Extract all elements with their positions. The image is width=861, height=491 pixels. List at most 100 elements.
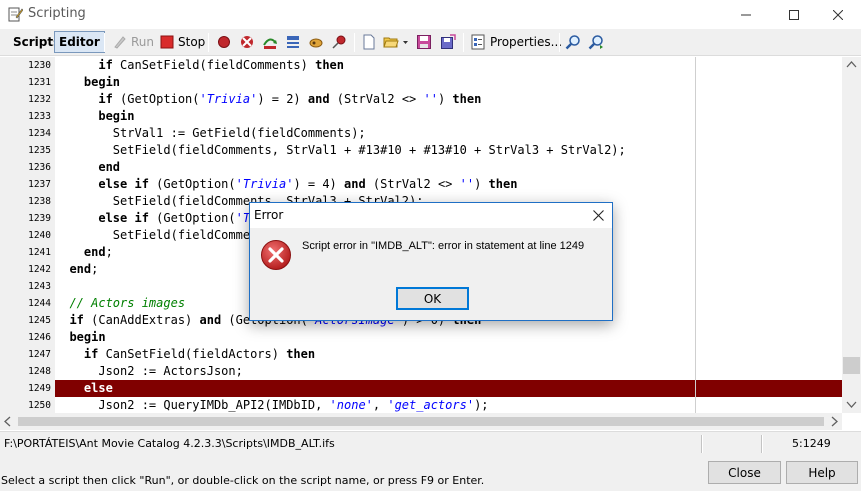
keyword-token: if (83, 347, 99, 361)
pin-icon (332, 35, 346, 49)
keyword-token: else (83, 381, 113, 395)
help-button[interactable]: Help (786, 461, 858, 484)
code-line[interactable]: else if (GetOption('Trivia') = 4) and (S… (55, 176, 842, 193)
maximize-button[interactable] (771, 0, 817, 29)
line-number: 1236 (28, 162, 51, 173)
code-token: (GetOption( (148, 211, 236, 225)
line-number-gutter: 1230 1231 1232 1233 1234 1235 1236 1237 1238 1239… (0, 57, 55, 413)
code-text: else if (GetOption('Trivia') = 4) and (S… (55, 176, 517, 193)
code-text: Json2 := QueryIMDb_API2(IMDbID, 'none', … (55, 397, 488, 413)
code-line[interactable]: Json2 := QueryIMDb_API2(IMDbID, 'none', … (55, 397, 842, 413)
string-token: '' (423, 92, 438, 106)
code-token: ) = 2) (257, 92, 308, 106)
open-folder-icon (383, 37, 399, 48)
tab-editor-label: Editor (59, 35, 100, 49)
find-next-button[interactable] (588, 31, 604, 53)
hint-text: Select a script then click "Run", or dou… (1, 474, 485, 487)
find-button[interactable] (565, 31, 581, 53)
save-as-button[interactable] (440, 31, 456, 53)
bottom-bar: Select a script then click "Run", or dou… (0, 455, 861, 491)
line-number: 1249 (28, 383, 51, 394)
toolbar-separator (208, 33, 209, 52)
error-dialog: Error Script error in "IMDB_ALT": error … (249, 202, 613, 321)
scroll-left-icon (4, 416, 11, 427)
keyword-token: and (199, 313, 222, 327)
tab-editor[interactable]: Editor (54, 31, 105, 53)
window-close-button[interactable] (815, 0, 861, 29)
code-line[interactable]: StrVal1 := GetField(fieldComments); (55, 125, 842, 142)
code-line[interactable]: Json2 := ActorsJson; (55, 363, 842, 380)
dialog-body: Script error in "IMDB_ALT": error in sta… (250, 228, 612, 320)
line-number: 1230 (28, 60, 51, 71)
line-number: 1250 (28, 400, 51, 411)
toolbar: Scripts Editor Run Stop Properties... (0, 29, 861, 56)
dialog-close-button[interactable] (584, 203, 612, 228)
keyword-token: end (98, 160, 121, 174)
code-text: if CanSetField(fieldComments) then (55, 57, 344, 74)
error-highlighted-line[interactable]: else (55, 380, 842, 397)
horizontal-scrollbar-thumb[interactable] (18, 417, 824, 426)
code-line[interactable]: if (GetOption('Trivia') = 2) and (StrVal… (55, 91, 842, 108)
keyword-token: end (83, 245, 106, 259)
run-button[interactable]: Run (112, 31, 154, 53)
vertical-scrollbar-thumb[interactable] (843, 357, 860, 374)
code-line[interactable]: if CanSetField(fieldActors) then (55, 346, 842, 363)
save-button[interactable] (416, 31, 432, 53)
properties-icon (471, 34, 485, 50)
code-token: ) (437, 92, 453, 106)
script-path: F:\PORTÁTEIS\Ant Movie Catalog 4.2.3.3\S… (4, 437, 335, 450)
run-label: Run (131, 35, 155, 49)
step-into-button[interactable] (285, 31, 301, 53)
code-line[interactable]: if CanSetField(fieldComments) then (55, 57, 842, 74)
code-token: (GetOption( (148, 177, 236, 191)
keyword-token: and (307, 92, 330, 106)
code-text: end; (55, 244, 113, 261)
ok-button[interactable]: OK (396, 287, 469, 310)
code-token: CanSetField(fieldComments) (112, 58, 316, 72)
watch-icon (309, 38, 323, 48)
code-token: SetField(fieldComments, StrVal1 + #13#10… (55, 143, 626, 157)
close-button[interactable]: Close (708, 461, 781, 484)
code-text: end; (55, 261, 98, 278)
toggle-breakpoint-button[interactable] (216, 31, 232, 53)
code-token: Json2 := ActorsJson; (55, 364, 243, 378)
code-line[interactable]: begin (55, 108, 842, 125)
code-text: if (GetOption('Trivia') = 2) and (StrVal… (55, 91, 481, 108)
code-line[interactable]: end (55, 159, 842, 176)
new-script-button[interactable] (361, 31, 377, 53)
minimize-button[interactable] (723, 0, 769, 29)
code-text: begin (55, 74, 120, 91)
line-number: 1237 (28, 179, 51, 190)
properties-button[interactable]: Properties... (470, 31, 562, 53)
watch-button[interactable] (308, 31, 324, 53)
minimize-icon (741, 14, 751, 15)
line-number: 1246 (28, 332, 51, 343)
string-token: '' (459, 177, 475, 191)
line-number: 1241 (28, 247, 51, 258)
help-button-label: Help (808, 465, 836, 480)
keyword-token: then (286, 347, 316, 361)
code-text: end (55, 159, 120, 176)
open-recent-dropdown[interactable] (402, 31, 409, 53)
code-token: , (372, 398, 388, 412)
step-over-button[interactable] (262, 31, 278, 53)
run-icon (114, 36, 126, 49)
code-token: ; (91, 262, 99, 276)
keyword-token: if (98, 92, 113, 106)
properties-label: Properties... (490, 35, 563, 49)
code-line[interactable]: begin (55, 329, 842, 346)
clear-breakpoints-button[interactable] (239, 31, 255, 53)
code-text: begin (55, 108, 134, 125)
open-script-button[interactable] (383, 31, 399, 53)
code-line[interactable]: SetField(fieldComments, StrVal1 + #13#10… (55, 142, 842, 159)
search-next-icon (588, 35, 603, 50)
code-token: (StrVal2 <> (365, 177, 460, 191)
code-line[interactable]: begin (55, 74, 842, 91)
stop-button[interactable]: Stop (159, 31, 205, 53)
pin-button[interactable] (331, 31, 347, 53)
string-token: 'Trivia' (235, 177, 294, 191)
status-bar: F:\PORTÁTEIS\Ant Movie Catalog 4.2.3.3\S… (0, 431, 861, 455)
